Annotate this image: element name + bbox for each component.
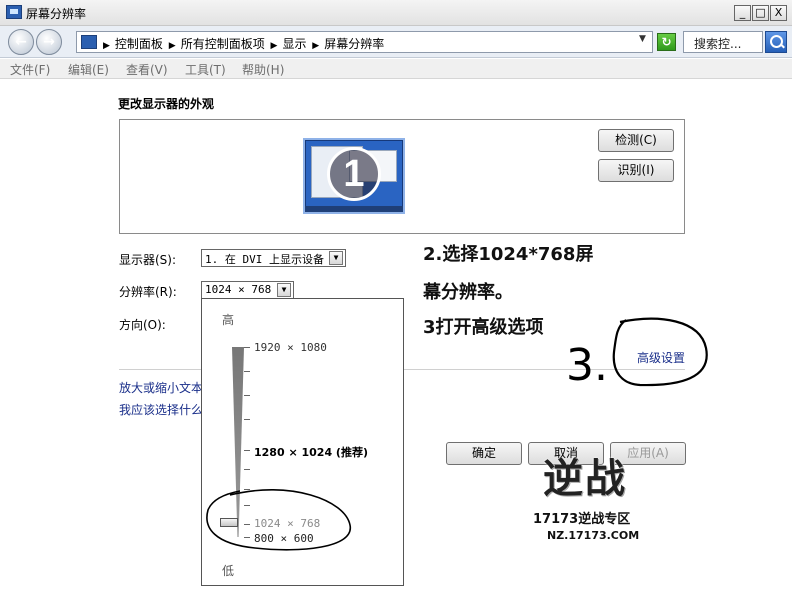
resolution-dropdown[interactable]: 高 1920 × 1080 1280 × 1024 (推荐) 1024 × 76… <box>201 298 404 586</box>
watermark-caption: 17173逆战专区 <box>533 512 631 527</box>
advanced-settings-link[interactable]: 高级设置 <box>637 349 685 366</box>
window-title: 屏幕分辨率 <box>26 7 87 21</box>
forward-arrow-icon[interactable]: → <box>36 29 62 55</box>
orientation-label: 方向(O): <box>119 318 166 332</box>
resolution-label: 分辨率(R): <box>119 285 177 299</box>
minimize-button[interactable]: _ <box>734 5 751 21</box>
game-logo: 逆战 <box>543 456 627 502</box>
monitor-1[interactable]: 1 <box>303 138 405 214</box>
resolution-high-label: 高 <box>222 313 235 327</box>
page-title: 更改显示器的外观 <box>118 97 215 111</box>
resolution-slider-thumb[interactable] <box>220 518 238 527</box>
resolution-option-selected[interactable]: 1024 × 768 <box>254 517 320 530</box>
search-icon[interactable] <box>765 31 787 53</box>
resolution-low-label: 低 <box>222 564 235 578</box>
back-arrow-icon[interactable]: ← <box>8 29 34 55</box>
detect-button[interactable]: 检测(C) <box>598 129 674 152</box>
monitor-number: 1 <box>327 147 381 201</box>
slider-tick <box>244 419 250 420</box>
address-row: ← → ▶ 控制面板 ▶ 所有控制面板项 ▶ 显示 ▶ 屏幕分辨率 ▼ ↻ 搜索控... <box>0 26 792 58</box>
menu-help[interactable]: 帮助(H) <box>242 61 284 78</box>
breadcrumb: ▶ 控制面板 ▶ 所有控制面板项 ▶ 显示 ▶ 屏幕分辨率 <box>101 35 384 52</box>
resolution-select[interactable]: 1024 × 768 ▼ <box>201 281 294 299</box>
refresh-icon[interactable]: ↻ <box>657 33 676 51</box>
slider-tick <box>244 489 250 490</box>
chevron-right-icon[interactable]: ▶ <box>169 41 176 51</box>
close-button[interactable]: X <box>770 5 787 21</box>
chevron-down-icon[interactable]: ▼ <box>277 283 291 297</box>
address-bar[interactable]: ▶ 控制面板 ▶ 所有控制面板项 ▶ 显示 ▶ 屏幕分辨率 ▼ <box>76 31 653 53</box>
breadcrumb-item[interactable]: 所有控制面板项 <box>181 37 265 51</box>
title-bar: 屏幕分辨率 _ □ X <box>0 0 792 26</box>
menu-view[interactable]: 查看(V) <box>126 61 168 78</box>
breadcrumb-item[interactable]: 屏幕分辨率 <box>324 37 384 51</box>
resolution-select-value: 1024 × 768 <box>205 283 272 296</box>
slider-tick <box>244 469 250 470</box>
annotation-step-2-cont: 幕分辨率。 <box>423 282 513 303</box>
resolution-option[interactable]: 800 × 600 <box>254 532 314 545</box>
monitor-taskbar-graphic <box>305 206 403 212</box>
annotation-step-2: 2.选择1024*768屏 <box>423 244 594 265</box>
resolution-slider-track[interactable] <box>232 347 244 537</box>
menu-edit[interactable]: 编辑(E) <box>68 61 109 78</box>
slider-tick <box>244 524 250 525</box>
slider-tick <box>244 347 250 348</box>
watermark: 逆战 17173逆战专区 NZ.17173.COM <box>505 446 665 546</box>
slider-tick <box>244 505 250 506</box>
search-input[interactable]: 搜索控... <box>683 31 763 53</box>
annotation-handwritten: 3. <box>566 340 608 391</box>
menu-tools[interactable]: 工具(T) <box>185 61 226 78</box>
chevron-down-icon[interactable]: ▼ <box>329 251 343 265</box>
display-select-value: 1. 在 DVI 上显示设备 <box>205 253 324 266</box>
menu-file[interactable]: 文件(F) <box>10 61 50 78</box>
display-select[interactable]: 1. 在 DVI 上显示设备 ▼ <box>201 249 346 267</box>
menu-bar: 文件(F) 编辑(E) 查看(V) 工具(T) 帮助(H) <box>0 59 792 79</box>
slider-tick <box>244 450 250 451</box>
identify-button[interactable]: 识别(I) <box>598 159 674 182</box>
resolution-option-recommended[interactable]: 1280 × 1024 (推荐) <box>254 444 368 460</box>
slider-tick <box>244 371 250 372</box>
chevron-right-icon: ▶ <box>103 41 110 51</box>
slider-tick <box>244 395 250 396</box>
control-panel-icon <box>81 35 97 49</box>
slider-tick <box>244 537 250 538</box>
chevron-right-icon[interactable]: ▶ <box>271 41 278 51</box>
chevron-down-icon[interactable]: ▼ <box>639 34 646 44</box>
maximize-button[interactable]: □ <box>752 5 769 21</box>
display-settings-icon <box>6 5 22 19</box>
breadcrumb-item[interactable]: 显示 <box>282 37 306 51</box>
chevron-right-icon[interactable]: ▶ <box>312 41 319 51</box>
watermark-url: NZ.17173.COM <box>547 529 640 542</box>
display-label: 显示器(S): <box>119 253 177 267</box>
annotation-step-3: 3打开高级选项 <box>423 317 544 338</box>
breadcrumb-item[interactable]: 控制面板 <box>115 37 163 51</box>
resolution-option[interactable]: 1920 × 1080 <box>254 341 327 354</box>
